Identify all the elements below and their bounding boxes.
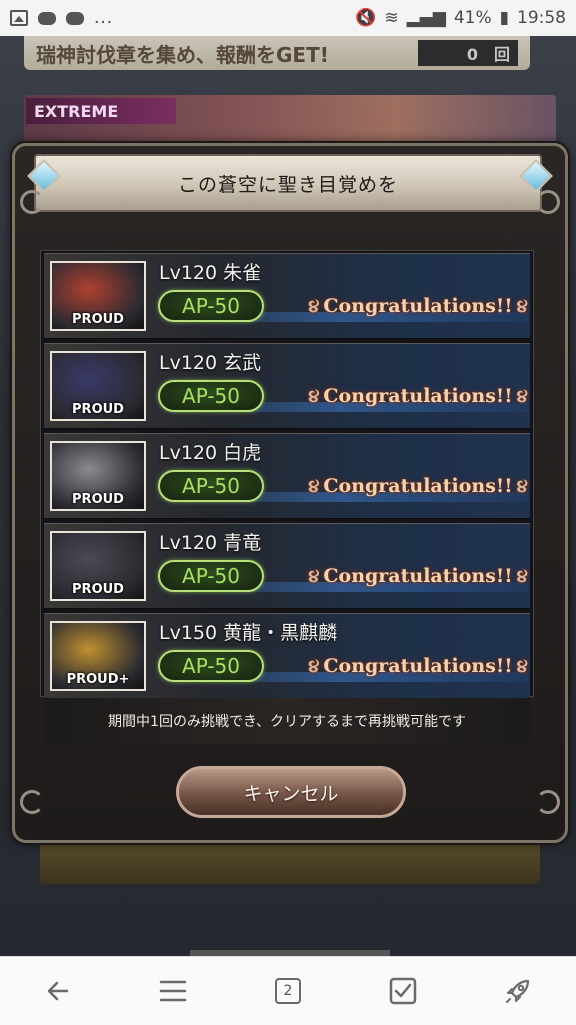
ap-cost-badge: AP-50 bbox=[158, 650, 264, 682]
ap-cost-badge: AP-50 bbox=[158, 380, 264, 412]
boss-thumbnail: PROUD bbox=[50, 441, 146, 511]
difficulty-tag: PROUD bbox=[72, 582, 124, 597]
rocket-button[interactable] bbox=[494, 967, 542, 1015]
cleared-status-text: Congratulations!! bbox=[323, 565, 513, 587]
checkbox-icon bbox=[389, 977, 417, 1005]
flourish-icon: ૪ bbox=[516, 655, 528, 677]
reward-count: 0 回 bbox=[418, 40, 518, 66]
flourish-icon: ૪ bbox=[516, 385, 528, 407]
ap-cost-badge: AP-50 bbox=[158, 470, 264, 502]
reward-banner: 瑞神討伐章を集め、報酬をGET! 0 回 bbox=[24, 36, 530, 70]
reward-banner-text: 瑞神討伐章を集め、報酬をGET! bbox=[36, 42, 329, 67]
challenge-notice: 期間中1回のみ挑戦でき、クリアするまで再挑戦可能です bbox=[44, 698, 530, 744]
flourish-icon: ૪ bbox=[516, 295, 528, 317]
ap-cost-badge: AP-50 bbox=[158, 290, 264, 322]
cleared-status-text: Congratulations!! bbox=[323, 295, 513, 317]
battery-icon: ▮ bbox=[499, 8, 509, 28]
game-notification-icon bbox=[66, 11, 84, 25]
difficulty-tag: PROUD+ bbox=[66, 672, 130, 687]
quest-name: Lv120 白虎 bbox=[159, 442, 262, 464]
cleared-status: ૪ Congratulations!! ૪ bbox=[308, 562, 528, 590]
cleared-status-text: Congratulations!! bbox=[323, 385, 513, 407]
difficulty-tag: PROUD bbox=[72, 312, 124, 327]
cancel-button[interactable]: キャンセル bbox=[176, 766, 406, 818]
boss-thumbnail: PROUD bbox=[50, 261, 146, 331]
quest-name: Lv120 玄武 bbox=[159, 352, 262, 374]
flourish-icon: ૪ bbox=[516, 475, 528, 497]
back-arrow-icon bbox=[47, 981, 68, 1001]
difficulty-tag: PROUD bbox=[72, 492, 124, 507]
tabs-button[interactable]: 2 bbox=[264, 967, 312, 1015]
tab-count: 2 bbox=[274, 978, 301, 1004]
quest-row[interactable]: PROUD Lv120 白虎 AP-50 ૪ Congratulations!! ૪ bbox=[44, 433, 530, 519]
wifi-icon: ≋ bbox=[384, 8, 399, 28]
cleared-status: ૪ Congratulations!! ૪ bbox=[308, 292, 528, 320]
quest-row[interactable]: PROUD+ Lv150 黄龍・黒麒麟 AP-50 ૪ Congratulations!… bbox=[44, 613, 530, 699]
boss-thumbnail: PROUD bbox=[50, 531, 146, 601]
flourish-icon: ૪ bbox=[308, 565, 320, 587]
boss-thumbnail: PROUD+ bbox=[50, 621, 146, 691]
quest-name: Lv150 黄龍・黒麒麟 bbox=[159, 622, 338, 644]
difficulty-tag: PROUD bbox=[72, 402, 124, 417]
rocket-icon bbox=[506, 979, 530, 1003]
scroll-ornament-icon bbox=[536, 790, 560, 814]
scroll-ornament-icon bbox=[20, 790, 44, 814]
extreme-label: EXTREME bbox=[26, 98, 176, 124]
flourish-icon: ૪ bbox=[516, 565, 528, 587]
quest-row[interactable]: PROUD Lv120 朱雀 AP-50 ૪ Congratulations!! ૪ bbox=[44, 253, 530, 339]
clock: 19:58 bbox=[517, 8, 566, 28]
menu-icon bbox=[159, 980, 187, 1002]
flourish-icon: ૪ bbox=[308, 655, 320, 677]
tasks-button[interactable] bbox=[379, 967, 427, 1015]
quest-name: Lv120 青竜 bbox=[159, 532, 262, 554]
status-bar: ... 🔇 ≋ ▂▄▆ 41% ▮ 19:58 bbox=[0, 0, 576, 36]
battery-percent: 41% bbox=[453, 8, 492, 28]
game-notification-icon bbox=[38, 11, 56, 25]
quest-row[interactable]: PROUD Lv120 青竜 AP-50 ૪ Congratulations!! ૪ bbox=[44, 523, 530, 609]
cleared-status: ૪ Congratulations!! ૪ bbox=[308, 652, 528, 680]
image-notification-icon bbox=[10, 10, 28, 26]
scroll-ornament-icon bbox=[20, 190, 44, 214]
scroll-ornament-icon bbox=[536, 190, 560, 214]
more-notifications: ... bbox=[94, 8, 114, 28]
cleared-status: ૪ Congratulations!! ૪ bbox=[308, 382, 528, 410]
boss-thumbnail: PROUD bbox=[50, 351, 146, 421]
cleared-status-text: Congratulations!! bbox=[323, 655, 513, 677]
ap-cost-badge: AP-50 bbox=[158, 560, 264, 592]
flourish-icon: ૪ bbox=[308, 475, 320, 497]
browser-bottom-nav: 2 bbox=[0, 956, 576, 1025]
dialog-title-bar: この蒼空に聖き目覚めを bbox=[34, 154, 542, 212]
back-button[interactable] bbox=[34, 967, 82, 1015]
item-exchange-banner bbox=[40, 838, 540, 884]
cleared-status-text: Congratulations!! bbox=[323, 475, 513, 497]
menu-button[interactable] bbox=[149, 967, 197, 1015]
quest-row[interactable]: PROUD Lv120 玄武 AP-50 ૪ Congratulations!! ૪ bbox=[44, 343, 530, 429]
signal-icon: ▂▄▆ bbox=[406, 8, 446, 28]
mute-icon: 🔇 bbox=[355, 8, 377, 28]
cleared-status: ૪ Congratulations!! ૪ bbox=[308, 472, 528, 500]
flourish-icon: ૪ bbox=[308, 295, 320, 317]
dialog-title: この蒼空に聖き目覚めを bbox=[177, 173, 398, 196]
flourish-icon: ૪ bbox=[308, 385, 320, 407]
quest-name: Lv120 朱雀 bbox=[159, 262, 262, 284]
